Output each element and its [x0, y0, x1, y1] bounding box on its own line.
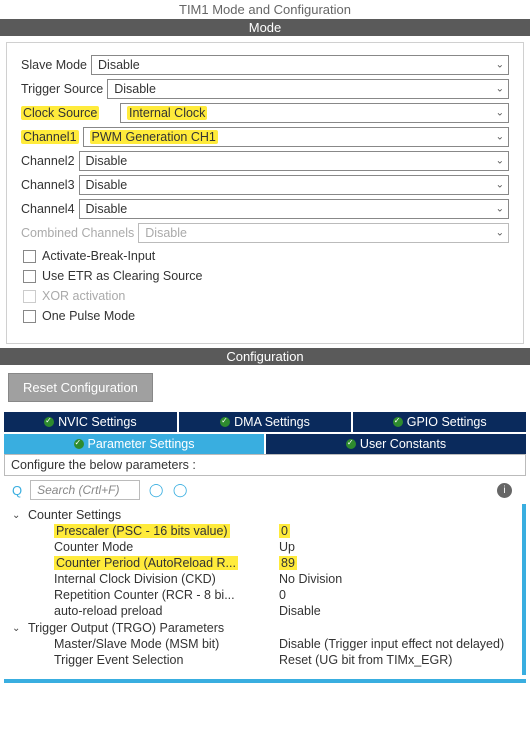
- channel2-select[interactable]: Disable ⌄: [79, 151, 509, 171]
- tab-nvic-settings[interactable]: NVIC Settings: [4, 412, 177, 432]
- check-circle-icon: [220, 417, 230, 427]
- trigger-source-label: Trigger Source: [21, 82, 103, 96]
- check-circle-icon: [74, 439, 84, 449]
- tab-dma-settings[interactable]: DMA Settings: [179, 412, 352, 432]
- channel1-value: PWM Generation CH1: [90, 130, 218, 144]
- channel3-select[interactable]: Disable ⌄: [79, 175, 509, 195]
- chevron-down-icon: ⌄: [496, 108, 504, 119]
- xor-label: XOR activation: [42, 289, 125, 303]
- checkbox-icon: [23, 270, 36, 283]
- check-circle-icon: [393, 417, 403, 427]
- checkbox-icon: [23, 310, 36, 323]
- param-counter-mode[interactable]: Counter Mode Up: [12, 539, 518, 555]
- combined-channels-value: Disable: [145, 226, 187, 240]
- tab-user-constants[interactable]: User Constants: [266, 434, 526, 454]
- param-trigger-event-selection[interactable]: Trigger Event Selection Reset (UG bit fr…: [12, 652, 518, 668]
- caret-down-icon: ⌄: [12, 623, 24, 634]
- tab-gpio-settings[interactable]: GPIO Settings: [353, 412, 526, 432]
- param-prescaler[interactable]: Prescaler (PSC - 16 bits value) 0: [12, 523, 518, 539]
- channel2-value: Disable: [86, 154, 128, 168]
- reset-configuration-button[interactable]: Reset Configuration: [8, 373, 153, 402]
- chevron-down-icon: ⌄: [496, 204, 504, 215]
- use-etr-label: Use ETR as Clearing Source: [42, 269, 202, 283]
- clock-source-select[interactable]: Internal Clock ⌄: [120, 103, 509, 123]
- use-etr-row[interactable]: Use ETR as Clearing Source: [21, 269, 509, 283]
- prev-match-icon[interactable]: ◯: [148, 482, 164, 498]
- clock-source-label: Clock Source: [21, 106, 116, 120]
- param-auto-reload-preload[interactable]: auto-reload preload Disable: [12, 603, 518, 619]
- chevron-down-icon: ⌄: [496, 180, 504, 191]
- trgo-parameters-title: Trigger Output (TRGO) Parameters: [28, 621, 224, 635]
- channel4-label: Channel4: [21, 202, 75, 216]
- channel4-select[interactable]: Disable ⌄: [79, 199, 509, 219]
- channel4-value: Disable: [86, 202, 128, 216]
- mode-panel: Slave Mode Disable ⌄ Trigger Source Disa…: [6, 42, 524, 344]
- trigger-source-value: Disable: [114, 82, 156, 96]
- search-input[interactable]: Search (Crtl+F): [30, 480, 140, 500]
- slave-mode-select[interactable]: Disable ⌄: [91, 55, 509, 75]
- chevron-down-icon: ⌄: [496, 84, 504, 95]
- parameter-tree: ⌄ Counter Settings Prescaler (PSC - 16 b…: [4, 504, 526, 675]
- check-circle-icon: [44, 417, 54, 427]
- param-repetition-counter[interactable]: Repetition Counter (RCR - 8 bi... 0: [12, 587, 518, 603]
- tab-dma-label: DMA Settings: [234, 415, 310, 429]
- combined-channels-label: Combined Channels: [21, 226, 134, 240]
- param-counter-period[interactable]: Counter Period (AutoReload R... 89: [12, 555, 518, 571]
- configuration-panel: Reset Configuration NVIC Settings DMA Se…: [0, 365, 530, 679]
- clock-source-value: Internal Clock: [127, 106, 207, 120]
- checkbox-icon: [23, 290, 36, 303]
- horizontal-scrollbar[interactable]: [4, 679, 526, 683]
- vertical-scrollbar[interactable]: [522, 504, 526, 675]
- param-master-slave-mode[interactable]: Master/Slave Mode (MSM bit) Disable (Tri…: [12, 636, 518, 652]
- configuration-section-header: Configuration: [0, 348, 530, 365]
- param-internal-clock-division[interactable]: Internal Clock Division (CKD) No Divisio…: [12, 571, 518, 587]
- channel2-label: Channel2: [21, 154, 75, 168]
- checkbox-icon: [23, 250, 36, 263]
- activate-break-input-row[interactable]: Activate-Break-Input: [21, 249, 509, 263]
- counter-settings-title: Counter Settings: [28, 508, 121, 522]
- check-circle-icon: [346, 439, 356, 449]
- trgo-parameters-group[interactable]: ⌄ Trigger Output (TRGO) Parameters: [12, 620, 518, 636]
- counter-settings-group[interactable]: ⌄ Counter Settings: [12, 507, 518, 523]
- slave-mode-value: Disable: [98, 58, 140, 72]
- trigger-source-select[interactable]: Disable ⌄: [107, 79, 509, 99]
- chevron-down-icon: ⌄: [496, 60, 504, 71]
- activate-break-input-label: Activate-Break-Input: [42, 249, 155, 263]
- chevron-down-icon: ⌄: [496, 228, 504, 239]
- tab-nvic-label: NVIC Settings: [58, 415, 137, 429]
- channel1-select[interactable]: PWM Generation CH1 ⌄: [83, 127, 509, 147]
- one-pulse-label: One Pulse Mode: [42, 309, 135, 323]
- next-match-icon[interactable]: ◯: [172, 482, 188, 498]
- configure-parameters-heading: Configure the below parameters :: [4, 454, 526, 476]
- combined-channels-select: Disable ⌄: [138, 223, 509, 243]
- chevron-down-icon: ⌄: [496, 132, 504, 143]
- one-pulse-row[interactable]: One Pulse Mode: [21, 309, 509, 323]
- tab-param-label: Parameter Settings: [88, 437, 195, 451]
- channel3-value: Disable: [86, 178, 128, 192]
- channel1-label: Channel1: [21, 130, 79, 144]
- xor-row: XOR activation: [21, 289, 509, 303]
- mode-section-header: Mode: [0, 19, 530, 36]
- chevron-down-icon: ⌄: [496, 156, 504, 167]
- channel3-label: Channel3: [21, 178, 75, 192]
- search-icon[interactable]: Q: [12, 483, 22, 498]
- tab-parameter-settings[interactable]: Parameter Settings: [4, 434, 264, 454]
- slave-mode-label: Slave Mode: [21, 58, 87, 72]
- window-title: TIM1 Mode and Configuration: [0, 0, 530, 19]
- tab-gpio-label: GPIO Settings: [407, 415, 487, 429]
- info-icon[interactable]: i: [497, 483, 512, 498]
- caret-down-icon: ⌄: [12, 510, 24, 521]
- tab-user-label: User Constants: [360, 437, 446, 451]
